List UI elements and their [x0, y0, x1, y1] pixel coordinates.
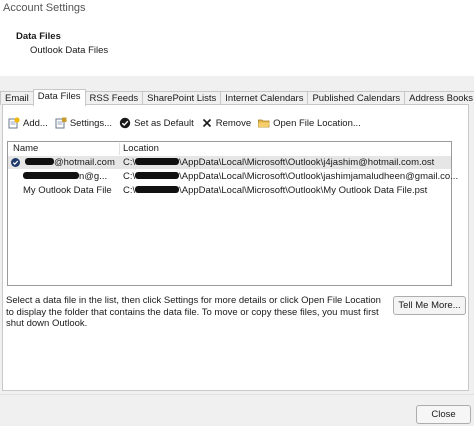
- tab-sharepoint-lists[interactable]: SharePoint Lists: [142, 91, 222, 105]
- settings-icon: [55, 117, 67, 129]
- row-name-cell: @hotmail.com: [25, 156, 115, 169]
- open-file-location-button-label: Open File Location...: [273, 117, 361, 129]
- tab-address-books[interactable]: Address Books: [404, 91, 474, 105]
- settings-button-label: Settings...: [69, 117, 113, 129]
- set-default-button-label: Set as Default: [134, 117, 194, 129]
- row-location-cell: C:\ \AppData\Local\Microsoft\Outlook\jash…: [123, 171, 459, 182]
- table-row[interactable]: n@g... C:\ \AppData\Local\Microsoft\Outlo…: [8, 170, 458, 183]
- list-header: Name Location: [8, 142, 451, 156]
- open-file-location-button[interactable]: Open File Location...: [258, 117, 361, 129]
- remove-x-icon: [201, 117, 213, 129]
- info-text: Select a data file in the list, then cli…: [6, 295, 381, 329]
- add-button-label: Add...: [23, 117, 48, 129]
- redaction-mark: [135, 185, 180, 193]
- table-row[interactable]: My Outlook Data File C:\ \AppData\Local\M…: [8, 184, 451, 197]
- row-name-cell: My Outlook Data File: [23, 185, 112, 196]
- set-default-button[interactable]: Set as Default: [119, 117, 194, 129]
- close-button[interactable]: Close: [416, 405, 471, 424]
- tab-rss-feeds[interactable]: RSS Feeds: [84, 91, 144, 105]
- folder-icon: [258, 117, 270, 129]
- redaction-mark: [135, 171, 180, 179]
- table-row[interactable]: @hotmail.com C:\ \AppData\Local\Microsoft…: [8, 156, 451, 169]
- tab-email[interactable]: Email: [0, 91, 34, 105]
- row-location-cell: C:\ \AppData\Local\Microsoft\Outlook\My O…: [123, 185, 428, 196]
- redaction-mark: [135, 157, 180, 165]
- tell-me-more-button[interactable]: Tell Me More...: [393, 296, 466, 315]
- row-location-cell: C:\ \AppData\Local\Microsoft\Outlook\j4ja…: [123, 157, 435, 168]
- dialog-header: Data Files Outlook Data Files: [0, 18, 474, 76]
- toolbar: Add... Settings... Set as Default Remove…: [8, 116, 368, 130]
- remove-button[interactable]: Remove: [201, 117, 251, 129]
- default-check-icon: [11, 158, 20, 167]
- column-header-name[interactable]: Name: [13, 143, 38, 155]
- redaction-mark: [23, 171, 79, 179]
- tab-published-calendars[interactable]: Published Calendars: [307, 91, 406, 105]
- data-files-list[interactable]: Name Location @hotmail.com C:\ \AppData\L…: [7, 141, 458, 286]
- page-title: Data Files: [16, 31, 61, 42]
- tab-strip: Email Data Files RSS Feeds SharePoint Li…: [0, 89, 474, 106]
- column-divider: [119, 143, 120, 155]
- bottom-bar: [0, 394, 474, 426]
- redaction-mark: [25, 157, 54, 165]
- settings-button[interactable]: Settings...: [55, 117, 112, 129]
- check-circle-icon: [119, 117, 131, 129]
- column-header-location[interactable]: Location: [123, 143, 159, 155]
- add-button[interactable]: Add...: [8, 117, 48, 129]
- row-name-cell: n@g...: [23, 170, 107, 183]
- page-subtitle: Outlook Data Files: [30, 45, 109, 56]
- tab-internet-calendars[interactable]: Internet Calendars: [220, 91, 309, 105]
- window-title: Account Settings: [0, 0, 474, 18]
- add-icon: [8, 117, 20, 129]
- remove-button-label: Remove: [215, 117, 252, 129]
- tab-data-files[interactable]: Data Files: [32, 89, 86, 106]
